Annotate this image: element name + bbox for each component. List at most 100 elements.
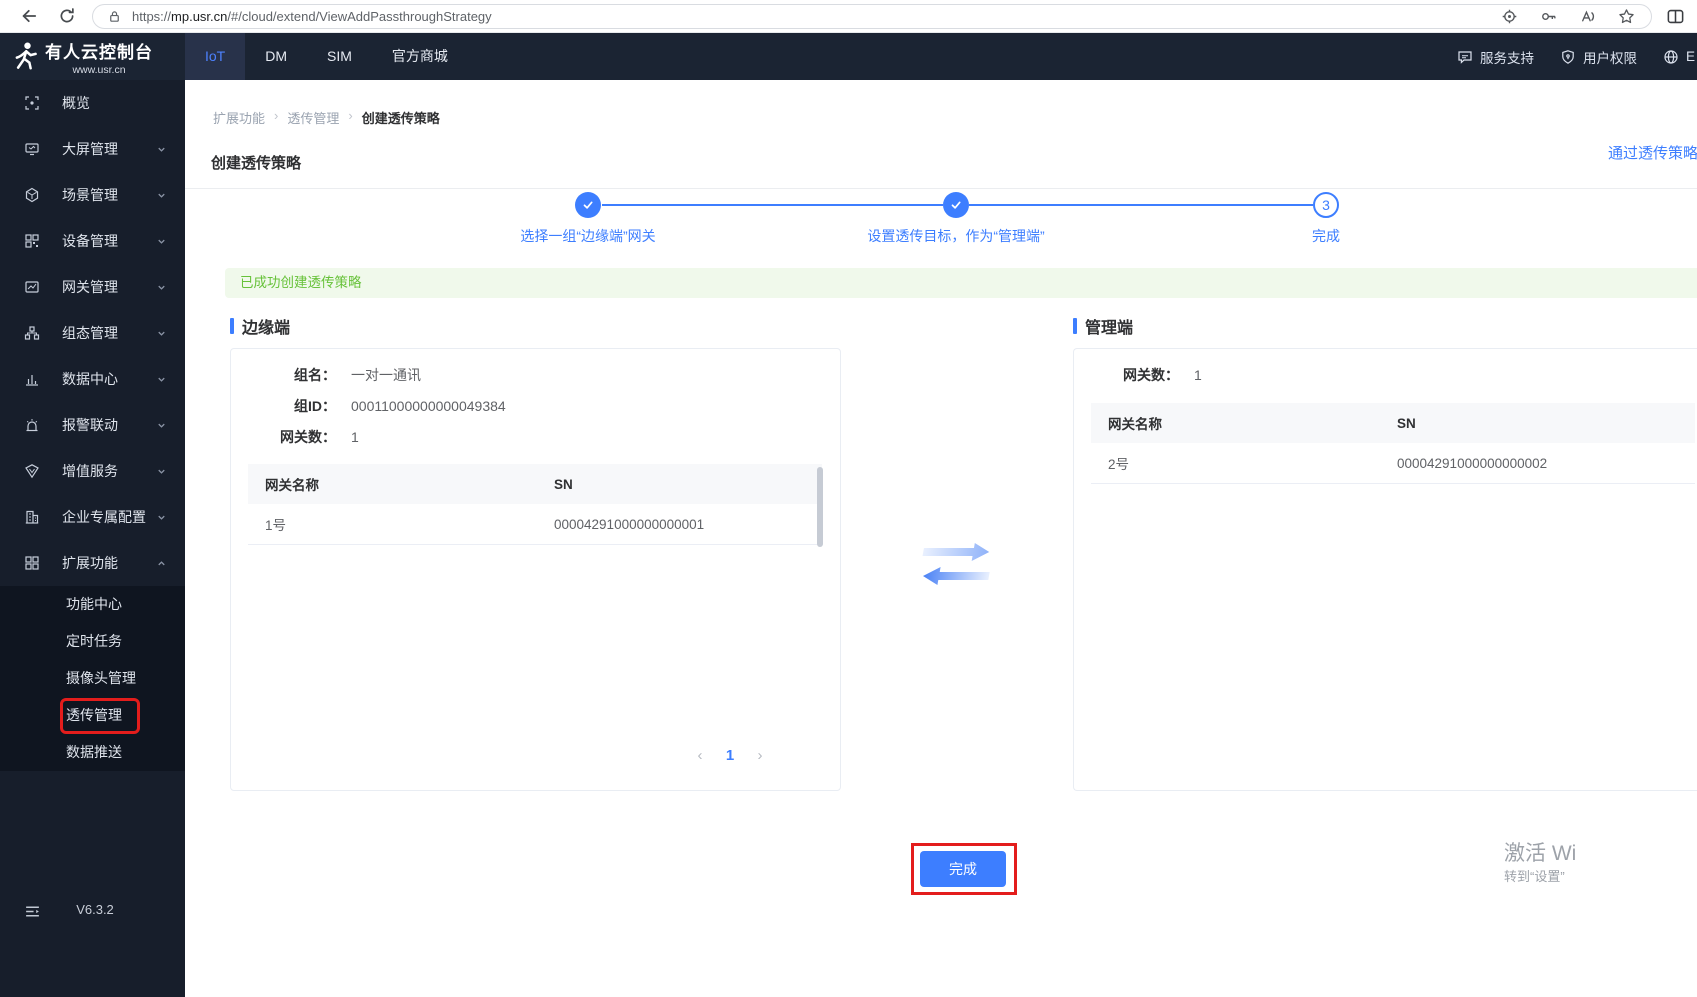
sidebar-item-device[interactable]: 设备管理 [0, 218, 185, 264]
sidebar-item-label: 概览 [62, 95, 90, 111]
check-icon [951, 201, 961, 209]
edge-group-id-row: 组ID： 00011000000000049384 [231, 390, 840, 421]
step-1-circle [575, 192, 601, 218]
sidebar-item-enterprise[interactable]: 企业专属配置 [0, 494, 185, 540]
pagination-next-icon[interactable]: › [753, 747, 767, 764]
user-permissions-label: 用户权限 [1582, 50, 1637, 66]
chevron-down-icon [158, 285, 165, 290]
back-icon[interactable] [20, 7, 38, 25]
split-screen-icon[interactable] [1666, 7, 1685, 26]
nav-tab-sim[interactable]: SIM [307, 33, 372, 80]
gateway-name-cell: 1号 [265, 518, 287, 533]
passthrough-strategy-link[interactable]: 通过透传策略 [1608, 142, 1697, 163]
nav-tab-mall[interactable]: 官方商城 [372, 33, 468, 80]
chevron-down-icon [158, 239, 165, 244]
brand-logo[interactable]: 有人云控制台 www.usr.cn [10, 33, 153, 80]
step-1-label: 选择一组“边缘端”网关 [520, 228, 656, 244]
sidebar-item-label: 企业专属配置 [62, 509, 146, 525]
submenu-item-camera-management[interactable]: 摄像头管理 [0, 660, 185, 697]
edge-section-label: 边缘端 [242, 320, 291, 337]
breadcrumb-extend[interactable]: 扩展功能 [213, 108, 265, 127]
device-icon [25, 234, 39, 248]
manage-gateway-table: 网关名称 SN 2号 00004291000000000002 [1091, 403, 1695, 484]
sidebar-item-value-service[interactable]: 增值服务 [0, 448, 185, 494]
chevron-down-icon [158, 515, 165, 520]
read-aloud-icon[interactable] [1579, 8, 1596, 25]
chevron-down-icon [158, 331, 165, 336]
sidebar-item-overview[interactable]: 概览 [0, 80, 185, 126]
sidebar-item-gateway[interactable]: 网关管理 [0, 264, 185, 310]
sidebar-item-label: 组态管理 [62, 325, 118, 341]
language-label: E [1685, 49, 1695, 64]
check-icon [583, 201, 593, 209]
globe-icon [1664, 49, 1678, 64]
datacenter-icon [26, 375, 38, 386]
gateway-name-cell: 2号 [1108, 457, 1130, 472]
screen-icon [25, 143, 39, 156]
step-3-number: 3 [1322, 197, 1330, 213]
table-scrollbar[interactable] [817, 467, 823, 547]
edge-gateway-table: 网关名称 SN 1号 00004291000000000001 [248, 464, 822, 545]
collapse-sidebar-icon[interactable] [24, 903, 41, 920]
sidebar-item-scene[interactable]: 场景管理 [0, 172, 185, 218]
refresh-icon[interactable] [58, 7, 76, 25]
group-name-label: 组名： [294, 366, 336, 383]
service-support[interactable]: 服务支持 [1457, 47, 1534, 67]
key-icon[interactable] [1540, 8, 1557, 25]
chevron-up-icon [158, 560, 165, 565]
sidebar-item-topology[interactable]: 组态管理 [0, 310, 185, 356]
sidebar-item-label: 场景管理 [62, 187, 118, 203]
lock-icon [110, 11, 119, 22]
sidebar-item-label: 大屏管理 [62, 141, 118, 157]
address-bar[interactable]: https://mp.usr.cn/#/cloud/extend/ViewAdd… [92, 4, 1652, 29]
windows-activation-watermark-line1: 激活 Wi [1504, 842, 1577, 865]
sidebar-item-alarm[interactable]: 报警联动 [0, 402, 185, 448]
enterprise-icon [25, 510, 39, 524]
submenu-item-scheduled-tasks[interactable]: 定时任务 [0, 623, 185, 660]
sidebar-item-label: 设备管理 [62, 233, 118, 249]
topology-icon [24, 326, 40, 340]
pagination-page-1[interactable]: 1 [723, 747, 737, 764]
language-switch[interactable]: E [1663, 49, 1695, 65]
breadcrumb-separator: › [348, 108, 353, 123]
submenu-item-function-center[interactable]: 功能中心 [0, 586, 185, 623]
shield-icon [1562, 49, 1574, 64]
step-connector-1 [602, 204, 943, 206]
gateway-count-value: 1 [351, 428, 359, 445]
favorite-star-icon[interactable] [1618, 8, 1635, 25]
browser-chrome: https://mp.usr.cn/#/cloud/extend/ViewAdd… [0, 0, 1697, 33]
step-2-label: 设置透传目标，作为“管理端” [867, 228, 1045, 244]
sn-cell: 00004291000000000001 [554, 516, 705, 532]
scene-icon [25, 187, 39, 203]
brand-subtitle: www.usr.cn [72, 63, 126, 76]
sidebar-item-datacenter[interactable]: 数据中心 [0, 356, 185, 402]
gateway-count-label: 网关数： [1123, 366, 1179, 383]
table-row: 2号 00004291000000000002 [1091, 443, 1695, 484]
gateway-count-label: 网关数： [280, 428, 336, 445]
submenu-item-data-push[interactable]: 数据推送 [0, 734, 185, 771]
manage-section-label: 管理端 [1085, 320, 1134, 337]
section-title-bar [1073, 318, 1077, 334]
table-row: 1号 00004291000000000001 [248, 504, 822, 545]
chevron-down-icon [158, 193, 165, 198]
pagination-prev-icon[interactable]: ‹ [693, 747, 707, 764]
user-permissions[interactable]: 用户权限 [1560, 47, 1637, 67]
submenu-item-passthrough-management[interactable]: 透传管理 [0, 697, 185, 734]
finish-button[interactable]: 完成 [920, 851, 1006, 887]
nav-tab-dm[interactable]: DM [245, 33, 307, 80]
sidebar-item-screen[interactable]: 大屏管理 [0, 126, 185, 172]
chevron-down-icon [158, 423, 165, 428]
table-header-row: 网关名称 SN [1091, 403, 1695, 443]
sidebar-item-extend[interactable]: 扩展功能 [0, 540, 185, 586]
alarm-icon [26, 419, 38, 432]
url-text: https://mp.usr.cn/#/cloud/extend/ViewAdd… [132, 9, 492, 24]
breadcrumb-current: 创建透传策略 [361, 111, 440, 126]
edge-card: 组名： 一对一通讯 组ID： 00011000000000049384 网关数：… [230, 348, 841, 791]
location-icon[interactable] [1501, 8, 1518, 25]
top-nav: IoT DM SIM 官方商城 [185, 33, 468, 80]
table-header-row: 网关名称 SN [248, 464, 822, 504]
breadcrumb-passthrough[interactable]: 透传管理 [287, 108, 339, 127]
pagination: ‹ 1 › [693, 747, 767, 764]
nav-tab-iot[interactable]: IoT [185, 33, 246, 80]
chevron-down-icon [158, 377, 165, 382]
